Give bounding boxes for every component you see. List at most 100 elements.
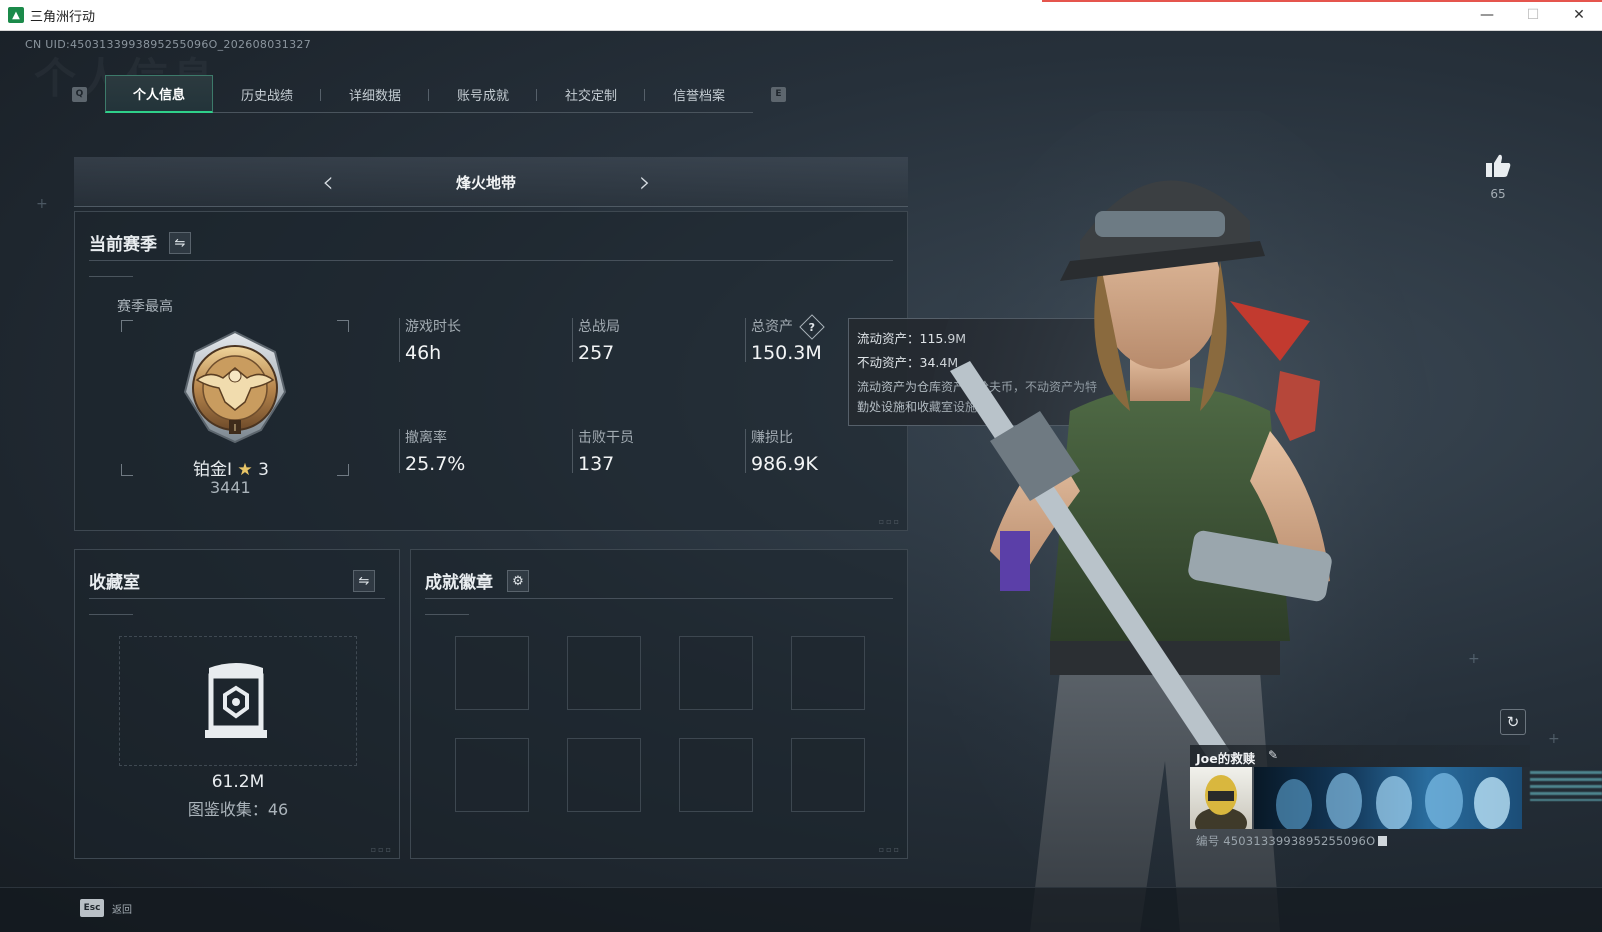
badge-slot[interactable] — [567, 636, 641, 710]
like-counter: 65 — [1483, 153, 1513, 201]
thumbs-up-icon[interactable] — [1484, 153, 1512, 179]
divider — [89, 260, 893, 261]
rank-star-count: 3 — [258, 460, 269, 480]
back-label: 返回 — [112, 904, 132, 916]
corner-dots: ▫▫▫ — [370, 845, 393, 854]
stat-total-assets: 总资产 ? 150.3M — [745, 314, 826, 364]
avatar-helmet-icon — [1195, 775, 1247, 829]
crosshair-deco-icon: + — [1548, 731, 1560, 747]
badge-slot[interactable] — [791, 738, 865, 812]
window-title: 三角洲行动 — [30, 9, 96, 25]
corner-dots: ▫▫▫ — [878, 845, 901, 854]
help-icon[interactable]: ? — [799, 314, 826, 340]
divider — [89, 276, 133, 277]
prev-tab-key-hint[interactable]: Q — [72, 86, 87, 102]
badge-slot[interactable] — [455, 636, 529, 710]
like-count: 65 — [1490, 187, 1506, 201]
stat-value: 150.3M — [751, 342, 822, 364]
tab-social-custom[interactable]: 社交定制 — [537, 75, 645, 113]
stat-label: 总战局 — [578, 319, 620, 335]
frame-corner — [121, 464, 133, 476]
badge-slot[interactable] — [791, 636, 865, 710]
season-title: 当前赛季 — [89, 235, 157, 255]
stat-play-time: 游戏时长 46h — [399, 316, 461, 364]
mode-title: 烽火地带 — [455, 174, 516, 192]
tab-achievements[interactable]: 账号成就 — [429, 75, 537, 113]
stat-label: 总资产 — [751, 319, 793, 335]
tab-bar: Q 个人信息 历史战绩 详细数据 账号成就 社交定制 信誉档案 E — [72, 75, 786, 113]
stat-profit-loss-ratio: 赚损比 986.9K — [745, 427, 818, 475]
stat-label: 游戏时长 — [405, 319, 461, 335]
stat-value: 46h — [405, 342, 442, 364]
vault-display-icon — [205, 663, 267, 738]
maximize-button[interactable]: ☐ — [1510, 0, 1556, 30]
card-id-text: 编号 4503133993895255096O — [1196, 834, 1376, 848]
stat-label: 赚损比 — [751, 430, 793, 446]
stat-value: 137 — [578, 453, 615, 475]
badge-slot[interactable] — [567, 738, 641, 812]
divider — [572, 429, 573, 473]
bottom-bar: Esc 返回 — [0, 887, 1602, 932]
tab-match-history[interactable]: 历史战绩 — [213, 75, 321, 113]
window-titlebar: ▲ 三角洲行动 — ☐ ✕ — [0, 0, 1602, 31]
crosshair-deco-icon: + — [36, 196, 48, 212]
edit-name-icon[interactable]: ✎ — [1268, 748, 1278, 762]
avatar[interactable] — [1190, 767, 1252, 829]
divider — [399, 429, 400, 473]
esc-key-icon: Esc — [80, 899, 104, 917]
next-mode-arrow-icon[interactable]: › — [639, 165, 651, 200]
badge-slot[interactable] — [679, 738, 753, 812]
mode-selector: ‹ 烽火地带 › — [74, 157, 908, 207]
help-icon-glyph: ? — [809, 320, 816, 334]
stat-value: 25.7% — [405, 453, 466, 475]
stat-extraction-rate: 撤离率 25.7% — [399, 427, 466, 475]
divider — [89, 598, 385, 599]
copy-icon[interactable] — [1378, 836, 1388, 846]
card-player-name: Joe的救赎 — [1196, 751, 1256, 766]
next-tab-key-hint[interactable]: E — [771, 86, 786, 102]
settings-gear-icon[interactable]: ⚙ — [507, 570, 529, 592]
collection-count: 图鉴收集：46 — [187, 800, 289, 819]
tab-credit-record[interactable]: 信誉档案 — [645, 75, 753, 113]
divider — [399, 318, 400, 362]
rank-tier-text: 铂金I — [193, 460, 233, 480]
refresh-icon[interactable]: ↻ — [1500, 709, 1526, 735]
uid-text: CN UID:4503133993895255096O_202608031327 — [25, 38, 311, 51]
corner-dots: ▫▫▫ — [878, 517, 901, 526]
badge-slot[interactable] — [679, 636, 753, 710]
profile-banner[interactable] — [1254, 767, 1522, 829]
banner-art — [1276, 773, 1510, 829]
edge-glow-deco — [1530, 771, 1602, 801]
stat-label: 击败干员 — [578, 430, 634, 446]
rank-score: 3441 — [210, 478, 251, 497]
collection-room-panel: 收藏室 ⇋ 61.2M 图鉴收集：46 ▫▫▫ — [74, 549, 400, 859]
collection-switch-icon[interactable]: ⇋ — [353, 570, 375, 592]
divider — [425, 614, 469, 615]
stat-value: 986.9K — [751, 453, 818, 475]
frame-corner — [337, 464, 349, 476]
tab-personal-info[interactable]: 个人信息 — [105, 75, 213, 113]
tab-detailed-data[interactable]: 详细数据 — [321, 75, 429, 113]
collection-value: 61.2M — [211, 772, 265, 792]
stat-operators-defeated: 击败干员 137 — [572, 427, 634, 475]
close-button[interactable]: ✕ — [1556, 0, 1602, 30]
minimize-button[interactable]: — — [1464, 0, 1510, 30]
profile-card[interactable]: Joe的救赎 ✎ 编号 4503133993895255096O — [1190, 745, 1530, 855]
divider — [745, 429, 746, 473]
back-button[interactable]: Esc 返回 — [80, 899, 132, 917]
svg-text:I: I — [234, 423, 237, 434]
platinum-rank-emblem-icon: I — [183, 330, 287, 444]
season-best-label: 赛季最高 — [117, 299, 173, 315]
season-switch-icon[interactable]: ⇋ — [169, 232, 191, 254]
card-id: 编号 4503133993895255096O — [1196, 833, 1388, 849]
rank-star-icon: ★ — [237, 460, 253, 480]
frame-corner — [337, 320, 349, 332]
badge-slot[interactable] — [455, 738, 529, 812]
tabs: 个人信息 历史战绩 详细数据 账号成就 社交定制 信誉档案 — [105, 75, 753, 113]
app-logo-icon: ▲ — [8, 7, 24, 23]
stat-total-matches: 总战局 257 — [572, 316, 620, 364]
divider — [745, 318, 746, 362]
divider — [572, 318, 573, 362]
divider — [89, 614, 133, 615]
game-viewport: 个人信息 CN UID:4503133993895255096O_2026080… — [0, 31, 1602, 932]
